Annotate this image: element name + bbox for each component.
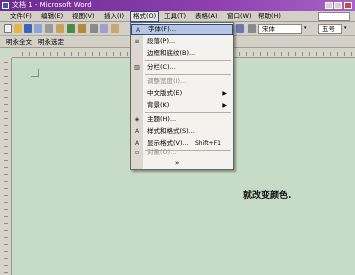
new-document-icon[interactable] xyxy=(4,24,12,33)
expand-menu-chevron-icon[interactable]: » xyxy=(175,159,179,167)
title-bar: 文档 1 - Microsoft Word xyxy=(0,0,355,11)
menu-separator xyxy=(145,112,231,113)
menu-tools[interactable]: 工具(T) xyxy=(162,11,188,22)
styles-icon: A xyxy=(134,128,140,135)
menu-item-object: ▫ 对象(O)... xyxy=(131,147,233,158)
permission-icon[interactable] xyxy=(34,24,42,33)
save-icon[interactable] xyxy=(24,24,32,33)
menu-item-asian-layout[interactable]: 中文版式(E) ▶ xyxy=(131,88,233,99)
toolbar-button-left[interactable]: 明永全文 xyxy=(6,37,32,48)
menu-item-font[interactable]: A 字体(F)... xyxy=(131,24,233,35)
menu-item-fit-width: 调整宽度(I)... xyxy=(131,76,233,87)
open-folder-icon[interactable] xyxy=(14,24,22,33)
maximize-button[interactable] xyxy=(334,2,342,9)
menu-item-label: 边框和底纹(B)... xyxy=(147,49,196,57)
word-app-icon xyxy=(2,2,9,9)
font-name-dropdown-icon[interactable]: ▾ xyxy=(304,25,307,31)
font-size-select[interactable]: 五号 xyxy=(318,24,342,34)
object-icon: ▫ xyxy=(134,149,140,156)
menu-item-borders-shading[interactable]: 边框和底纹(B)... xyxy=(131,48,233,59)
close-button[interactable] xyxy=(344,2,352,9)
menu-item-label: 段落(P)... xyxy=(147,37,176,45)
menu-separator xyxy=(145,74,231,75)
paragraph-icon: ≡ xyxy=(134,38,140,45)
minimize-button[interactable] xyxy=(325,2,333,9)
menu-item-label: 主题(H)... xyxy=(147,115,177,123)
copy-icon[interactable] xyxy=(100,24,108,33)
menu-insert[interactable]: 插入(I) xyxy=(102,11,126,22)
font-name-select[interactable]: 宋体 xyxy=(258,24,302,34)
spelling-icon[interactable] xyxy=(67,24,75,33)
theme-icon: ◈ xyxy=(134,116,140,123)
menu-item-theme[interactable]: ◈ 主题(H)... xyxy=(131,114,233,125)
menu-item-label: 字体(F)... xyxy=(148,25,177,33)
menu-bar: 文件(F) 编辑(E) 视图(V) 插入(I) 格式(O) 工具(T) 表格(A… xyxy=(0,11,355,22)
submenu-arrow-icon: ▶ xyxy=(222,102,227,109)
menu-view[interactable]: 视图(V) xyxy=(70,11,97,22)
paste-icon[interactable] xyxy=(111,24,119,33)
format-menu-dropdown: A 字体(F)... ≡ 段落(P)... 边框和底纹(B)... ▥ 分栏(C… xyxy=(130,22,234,170)
window-title: 文档 1 - Microsoft Word xyxy=(12,1,92,9)
menu-item-label: 中文版式(E) xyxy=(147,89,183,97)
cut-icon[interactable] xyxy=(90,24,98,33)
reveal-format-icon: A xyxy=(134,140,140,147)
menu-item-label: 样式和格式(S)... xyxy=(147,127,195,135)
print-icon[interactable] xyxy=(45,24,53,33)
menu-edit[interactable]: 编辑(E) xyxy=(39,11,65,22)
help-search-input[interactable] xyxy=(318,12,350,21)
font-A-icon: A xyxy=(135,27,141,34)
vertical-ruler[interactable] xyxy=(0,58,12,275)
menu-format[interactable]: 格式(O) xyxy=(130,11,160,22)
menu-item-styles[interactable]: A 样式和格式(S)... xyxy=(131,126,233,137)
menu-item-background[interactable]: 背景(K) ▶ xyxy=(131,100,233,111)
toolbar-button-right[interactable]: 明永选定 xyxy=(38,37,64,48)
toolbar-options-icon[interactable] xyxy=(248,24,256,33)
menu-item-label: 显示格式(V)... xyxy=(147,139,189,147)
columns-icon: ▥ xyxy=(134,64,140,71)
margin-corner-mark xyxy=(31,69,39,77)
drawing-icon[interactable] xyxy=(236,24,244,33)
menu-item-label: 对象(O)... xyxy=(147,148,177,156)
submenu-arrow-icon: ▶ xyxy=(222,90,227,97)
vruler-ticks xyxy=(4,62,8,275)
font-size-dropdown-icon[interactable]: ▾ xyxy=(344,25,347,31)
document-text[interactable]: 就改变颜色. xyxy=(243,188,291,201)
research-icon[interactable] xyxy=(78,24,86,33)
menu-help[interactable]: 帮助(H) xyxy=(256,11,283,22)
menu-item-label: 分栏(C)... xyxy=(147,63,176,71)
print-preview-icon[interactable] xyxy=(56,24,64,33)
menu-file[interactable]: 文件(F) xyxy=(8,11,34,22)
menu-window[interactable]: 窗口(W) xyxy=(225,11,254,22)
menu-table[interactable]: 表格(A) xyxy=(193,11,220,22)
menu-item-paragraph[interactable]: ≡ 段落(P)... xyxy=(131,36,233,47)
menu-item-columns[interactable]: ▥ 分栏(C)... xyxy=(131,62,233,73)
menu-separator xyxy=(145,60,231,61)
menu-item-label: 背景(K) xyxy=(147,101,170,109)
menu-item-label: 调整宽度(I)... xyxy=(147,77,187,85)
